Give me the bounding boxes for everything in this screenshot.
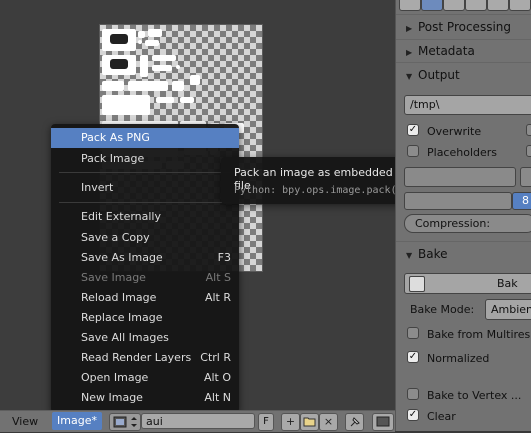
clear-label: Clear (427, 410, 456, 423)
image-menu[interactable]: Image* (52, 412, 102, 430)
menu-item-save-image: Save Image Alt S (51, 268, 239, 288)
menu-item-pack-as-png[interactable]: Pack As PNG (51, 128, 239, 148)
menu-item-label: New Image (81, 391, 143, 404)
menu-item-shortcut: Alt N (204, 391, 231, 404)
section-title: Output (418, 68, 460, 82)
section-title: Bake (418, 247, 448, 261)
menu-item-label: Pack Image (81, 152, 145, 165)
menu-item-shortcut: F3 (217, 251, 231, 264)
properties-tab-world[interactable] (487, 0, 509, 11)
bake-from-multires-checkbox[interactable] (407, 327, 419, 339)
collapsed-arrow-icon: ▶ (406, 48, 413, 57)
new-image-icon[interactable]: + (281, 413, 300, 431)
camera-icon (409, 276, 425, 292)
menu-item-label: Save As Image (81, 251, 163, 264)
view-menu[interactable]: View (12, 413, 38, 430)
menu-item-edit-externally[interactable]: Edit Externally (51, 207, 239, 227)
collapsed-arrow-icon: ▶ (406, 24, 413, 33)
menu-item-save-all-images[interactable]: Save All Images (51, 328, 239, 348)
image-browse-icon (113, 416, 137, 428)
expanded-arrow-icon: ▼ (406, 251, 413, 260)
menu-item-shortcut: Ctrl R (200, 351, 231, 364)
menu-item-label: Replace Image (81, 311, 163, 324)
metadata-panel-header[interactable]: ▶ Metadata (400, 40, 531, 62)
menu-item-pack-image[interactable]: Pack Image (51, 149, 239, 169)
bake-to-vertex-label: Bake to Vertex ... (427, 389, 522, 402)
menu-item-read-render-layers[interactable]: Read Render Layers Ctrl R (51, 348, 239, 368)
menu-separator (59, 202, 231, 203)
menu-item-replace-image[interactable]: Replace Image (51, 308, 239, 328)
menu-item-save-a-copy[interactable]: Save a Copy (51, 228, 239, 248)
menu-separator (59, 172, 231, 173)
section-title: Metadata (418, 44, 475, 58)
section-divider (396, 14, 531, 15)
menu-item-shortcut: Alt R (204, 291, 231, 304)
menu-item-label: Save Image (81, 271, 146, 284)
menu-item-label: Open Image (81, 371, 149, 384)
image-name-field[interactable]: aui (141, 413, 255, 429)
output-path-field[interactable]: /tmp\ (404, 95, 531, 115)
menu-item-new-image[interactable]: New Image Alt N (51, 388, 239, 408)
section-divider (396, 241, 531, 242)
menu-item-label: Save a Copy (81, 231, 150, 244)
cache-result-checkbox[interactable] (526, 145, 531, 157)
menu-item-shortcut: Alt S (205, 271, 231, 284)
normalized-label: Normalized (427, 352, 490, 365)
bake-to-vertex-checkbox[interactable] (407, 388, 419, 400)
overwrite-checkbox[interactable]: ✓ (407, 124, 419, 136)
clear-checkbox[interactable]: ✓ (407, 409, 419, 421)
menu-item-label: Pack As PNG (81, 131, 150, 144)
bake-from-multires-label: Bake from Multires (427, 328, 531, 341)
properties-tab-render[interactable] (399, 0, 421, 11)
open-folder-icon[interactable] (300, 413, 319, 431)
color-mode-selector[interactable] (404, 167, 516, 187)
expanded-arrow-icon: ▼ (406, 72, 413, 81)
properties-panel: ▶ Post Processing ▶ Metadata ▼ Output /tmp\… (395, 0, 531, 431)
menu-item-reload-image[interactable]: Reload Image Alt R (51, 288, 239, 308)
bake-mode-dropdown[interactable]: Ambien (485, 299, 531, 320)
menu-item-invert[interactable]: Invert (51, 178, 239, 198)
properties-tab-active[interactable] (421, 0, 443, 11)
overwrite-label: Overwrite (427, 125, 482, 138)
menu-item-save-as-image[interactable]: Save As Image F3 (51, 248, 239, 268)
color-depth-8-button[interactable]: 8 (512, 192, 531, 210)
menu-item-shortcut: Alt O (203, 371, 231, 384)
bake-button[interactable]: Bak (404, 273, 531, 294)
section-divider (396, 62, 531, 63)
bake-button-label: Bak (497, 277, 518, 290)
properties-tab-layers[interactable] (443, 0, 465, 11)
properties-tab-scene[interactable] (465, 0, 487, 11)
bake-panel-header[interactable]: ▼ Bake (400, 243, 531, 265)
menu-item-open-image[interactable]: Open Image Alt O (51, 368, 239, 388)
menu-item-label: Reload Image (81, 291, 157, 304)
normalized-checkbox[interactable]: ✓ (407, 351, 419, 363)
browse-image-button[interactable] (109, 413, 141, 431)
menu-item-label: Invert (81, 181, 114, 194)
menu-item-label: Edit Externally (81, 210, 162, 223)
placeholders-label: Placeholders (427, 146, 498, 159)
post-processing-panel-header[interactable]: ▶ Post Processing (400, 16, 531, 38)
bake-mode-label: Bake Mode: (410, 303, 475, 316)
menu-item-label: Save All Images (81, 331, 169, 344)
color-depth-label-field (404, 192, 512, 210)
image-editor-header: View Image* aui F + × (0, 410, 395, 432)
close-image-icon[interactable]: × (319, 413, 338, 431)
fake-user-button[interactable]: F (258, 413, 274, 431)
pin-icon[interactable] (345, 413, 364, 431)
compression-slider[interactable]: Compression: (404, 214, 531, 233)
menu-item-label: Read Render Layers (81, 351, 192, 364)
properties-tab-object[interactable] (509, 0, 531, 11)
output-panel-header[interactable]: ▼ Output (400, 64, 531, 86)
compression-label: Compression: (415, 217, 491, 230)
color-mode-option[interactable] (520, 167, 531, 187)
placeholders-checkbox[interactable] (407, 145, 419, 157)
file-extensions-checkbox[interactable] (526, 124, 531, 136)
section-title: Post Processing (418, 20, 511, 34)
image-type-icon[interactable] (372, 413, 394, 431)
image-menu-dropdown: Pack As PNG Pack Image Invert Edit Exter… (51, 124, 239, 413)
